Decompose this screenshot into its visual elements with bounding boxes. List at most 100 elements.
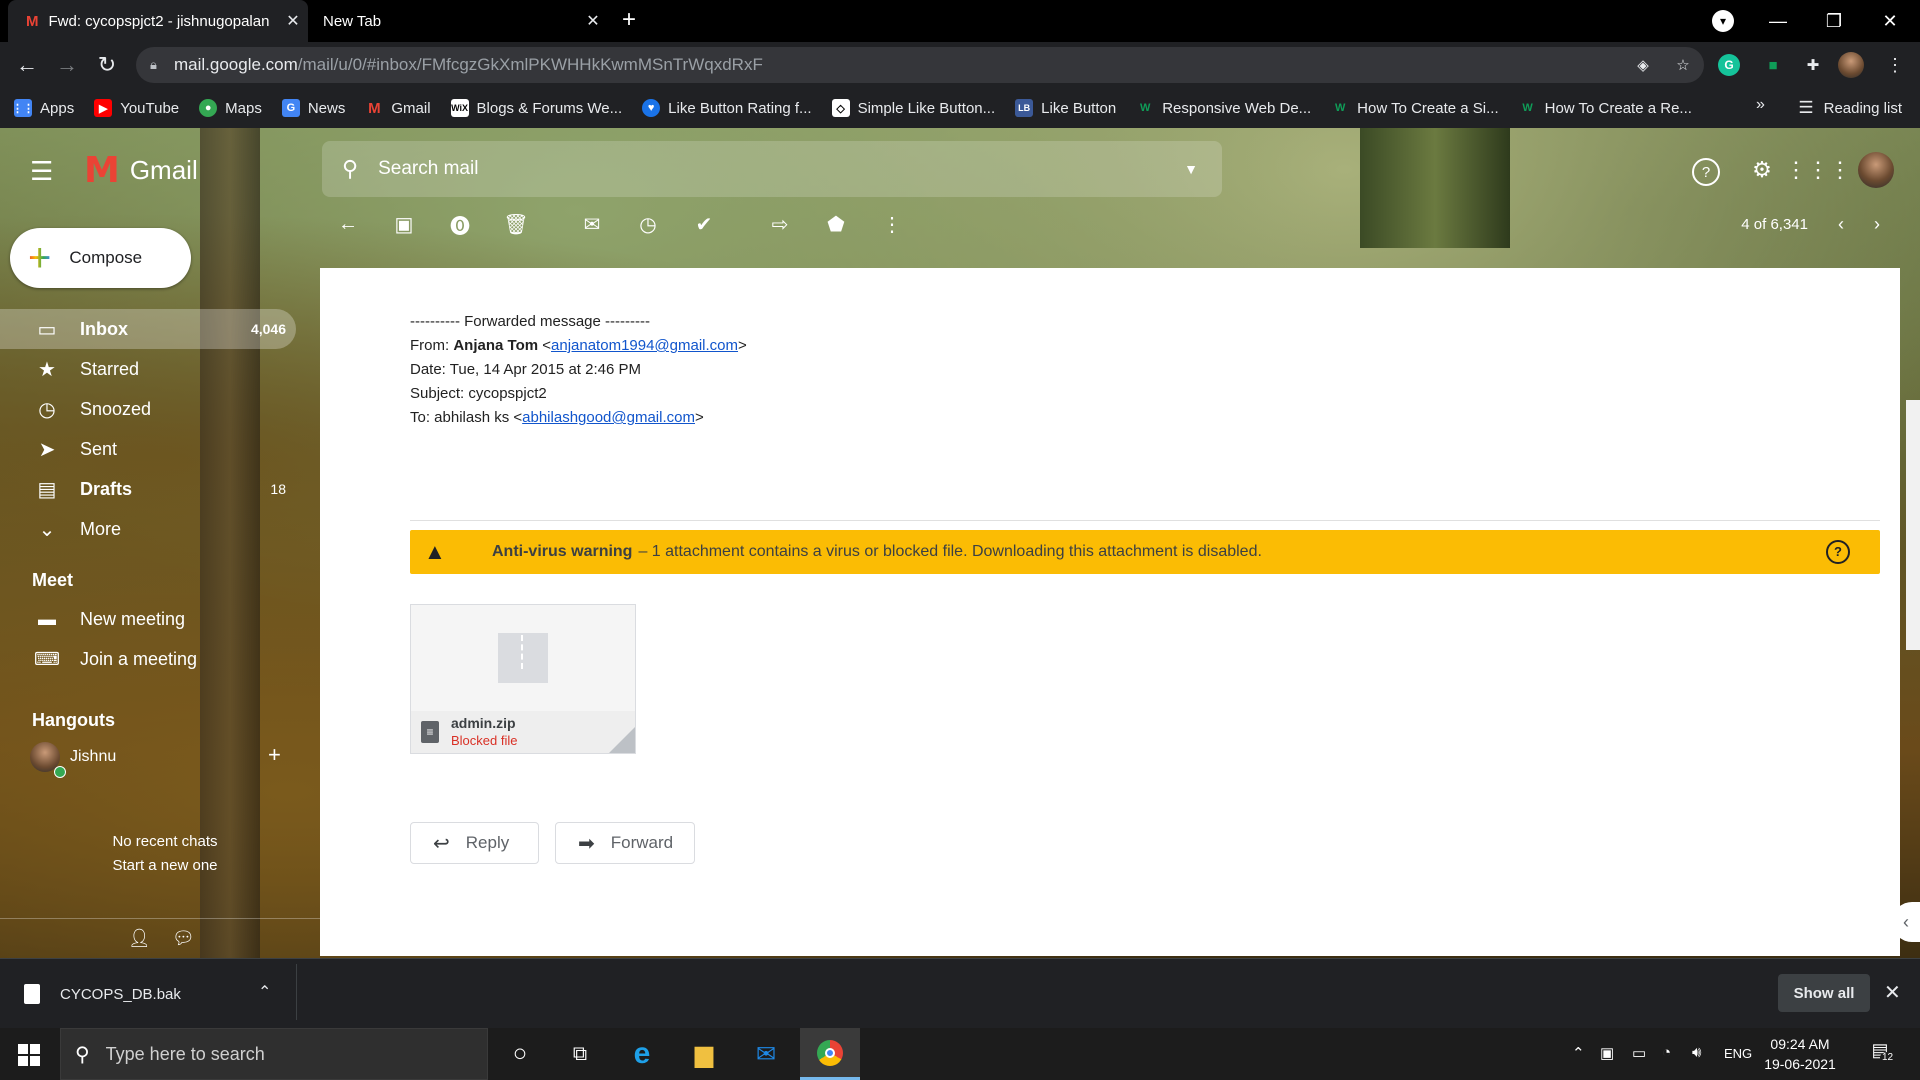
task-view-icon[interactable]: ⧉ (550, 1028, 610, 1080)
bookmark-apps[interactable]: ⋮⋮ Apps (12, 99, 74, 117)
snooze-icon[interactable]: ◷ (620, 212, 676, 237)
bookmark-star-icon[interactable]: ☆ (1668, 50, 1698, 80)
help-circle-icon[interactable]: ? (1826, 540, 1850, 564)
move-to-icon[interactable]: ⇨ (752, 212, 808, 237)
search-options-icon[interactable]: ▼ (1184, 161, 1198, 177)
bookmark-like-button[interactable]: LB Like Button (1015, 99, 1116, 117)
new-meeting-link[interactable]: ▬ New meeting (0, 599, 300, 639)
tab-search-icon[interactable]: ▾ (1712, 10, 1734, 32)
gmail-logo[interactable]: M Gmail (84, 150, 198, 191)
bookmark-gmail[interactable]: M Gmail (365, 99, 430, 117)
bookmark-simple-like[interactable]: ◇ Simple Like Button... (831, 99, 995, 117)
main-menu-icon[interactable]: ☰ (30, 156, 53, 187)
profile-avatar[interactable] (1838, 52, 1864, 78)
search-input[interactable]: Search mail (378, 158, 1184, 180)
hangouts-contacts-icon[interactable]: 👤︎ (128, 928, 151, 949)
restore-icon[interactable]: ❐ (1806, 0, 1862, 42)
minimize-icon[interactable]: — (1750, 0, 1806, 42)
reload-icon[interactable]: ↻ (90, 50, 124, 80)
report-spam-icon[interactable]: ⓿ (432, 210, 488, 239)
bookmark-blogs[interactable]: WiX Blogs & Forums We... (450, 99, 622, 117)
tab-gmail[interactable]: M Fwd: cycopspjct2 - jishnugopalan ✕ (8, 0, 308, 42)
nav-inbox[interactable]: ▭ Inbox 4,046 (0, 309, 296, 349)
bookmark-maps[interactable]: ● Maps (199, 99, 262, 117)
taskbar-search-input[interactable]: Type here to search (106, 1044, 265, 1065)
join-meeting-link[interactable]: ⌨ Join a meeting (0, 639, 300, 679)
older-icon[interactable]: › (1874, 214, 1880, 235)
scrollbar[interactable] (1906, 400, 1920, 650)
nav-snoozed[interactable]: ◷ Snoozed (0, 389, 296, 429)
language-indicator[interactable]: ENG (1724, 1046, 1752, 1061)
nav-more[interactable]: ⌄ More (0, 509, 296, 549)
show-hidden-icons-icon[interactable]: ⌃ (1572, 1044, 1585, 1062)
internet-explorer-icon[interactable]: e (612, 1028, 672, 1080)
bookmark-youtube[interactable]: ▶ YouTube (94, 99, 179, 117)
eye-icon[interactable]: ◈ (1628, 50, 1658, 80)
forward-icon[interactable]: → (50, 50, 84, 80)
chevron-up-icon[interactable]: ⌃ (258, 982, 271, 1002)
compose-button[interactable]: + Compose (10, 228, 191, 288)
attachment-card[interactable]: ≡ admin.zip Blocked file (410, 604, 636, 754)
newer-icon[interactable]: ‹ (1838, 214, 1844, 235)
search-bar[interactable]: ⚲ Search mail ▼ (322, 141, 1222, 197)
cortana-icon[interactable]: ○ (490, 1028, 550, 1080)
security-icon[interactable]: ▣ (1600, 1044, 1614, 1062)
account-avatar[interactable] (1858, 152, 1894, 188)
download-item[interactable]: CYCOPS_DB.bak (24, 976, 181, 1012)
windows-start-icon[interactable] (18, 1044, 40, 1066)
notifications-icon[interactable]: ▤ 12 (1866, 1040, 1896, 1068)
settings-gear-icon[interactable]: ⚙ (1746, 154, 1778, 186)
system-clock[interactable]: 09:24 AM 19-06-2021 (1760, 1034, 1840, 1074)
reply-button[interactable]: ↩ Reply (410, 822, 539, 864)
bookmark-howto-2[interactable]: W How To Create a Re... (1519, 99, 1692, 117)
chrome-taskbar-icon[interactable] (800, 1028, 860, 1080)
bookmark-like-rating[interactable]: ♥ Like Button Rating f... (642, 99, 812, 117)
extensions-icon[interactable]: ✚ (1798, 50, 1828, 80)
close-downloads-icon[interactable]: ✕ (1884, 980, 1901, 1005)
bookmark-responsive[interactable]: W Responsive Web De... (1136, 99, 1311, 117)
hangouts-chat-icon[interactable]: 💬︎ (172, 928, 195, 949)
taskbar-search[interactable]: ⚲ Type here to search (60, 1028, 488, 1080)
bookmark-howto-1[interactable]: W How To Create a Si... (1331, 99, 1499, 117)
file-explorer-icon[interactable]: ▆ (674, 1028, 734, 1080)
nav-label: Sent (80, 438, 118, 459)
new-tab-icon[interactable]: + (622, 6, 636, 34)
address-bar[interactable]: 🔒︎ mail.google.com/mail/u/0/#inbox/FMfcg… (136, 47, 1704, 83)
nav-starred[interactable]: ★ Starred (0, 349, 296, 389)
reading-list[interactable]: ☰ Reading list (1798, 88, 1902, 128)
help-icon[interactable]: ? (1692, 158, 1720, 186)
search-icon[interactable]: ⚲ (342, 156, 358, 182)
archive-icon[interactable]: ▣ (376, 212, 432, 237)
apps-grid-icon[interactable]: ⋮⋮⋮ (1785, 154, 1851, 186)
nav-drafts[interactable]: ▤ Drafts 18 (0, 469, 296, 509)
label-icon[interactable]: ⬟ (808, 212, 864, 237)
to-email-link[interactable]: abhilashgood@gmail.com (522, 409, 695, 426)
forward-button[interactable]: ➡ Forward (555, 822, 695, 864)
back-icon[interactable]: ← (10, 50, 44, 80)
battery-icon[interactable]: ▭ (1632, 1044, 1646, 1062)
close-tab-icon[interactable]: ✕ (278, 11, 308, 31)
more-bookmarks-icon[interactable]: » (1756, 96, 1765, 114)
meet-extension-icon[interactable]: ■ (1758, 50, 1788, 80)
show-all-button[interactable]: Show all (1778, 974, 1870, 1012)
delete-icon[interactable]: 🗑︎ (488, 212, 544, 237)
menu-icon[interactable]: ⋮ (1880, 50, 1910, 80)
wifi-icon[interactable]: ◔ (1662, 1044, 1671, 1061)
add-chat-icon[interactable]: + (268, 742, 281, 768)
grammarly-icon[interactable]: G (1718, 54, 1740, 76)
bookmark-news[interactable]: G News (281, 99, 345, 117)
tab-new-tab[interactable]: New Tab ✕ (308, 0, 608, 42)
volume-icon[interactable]: 🔊︎ (1692, 1044, 1701, 1061)
close-tab-icon[interactable]: ✕ (578, 11, 608, 31)
hangouts-user-name[interactable]: Jishnu (70, 748, 116, 766)
more-options-icon[interactable]: ⋮ (864, 212, 920, 237)
mail-icon[interactable]: ✉ (736, 1028, 796, 1080)
file-icon (24, 984, 40, 1004)
start-new-link[interactable]: Start a new one (0, 854, 330, 878)
back-to-inbox-icon[interactable]: ← (320, 213, 376, 236)
from-email-link[interactable]: anjanatom1994@gmail.com (551, 337, 738, 354)
add-task-icon[interactable]: ✔ (676, 212, 732, 237)
mark-unread-icon[interactable]: ✉ (564, 212, 620, 237)
close-window-icon[interactable]: ✕ (1862, 0, 1918, 42)
nav-sent[interactable]: ➤ Sent (0, 429, 296, 469)
